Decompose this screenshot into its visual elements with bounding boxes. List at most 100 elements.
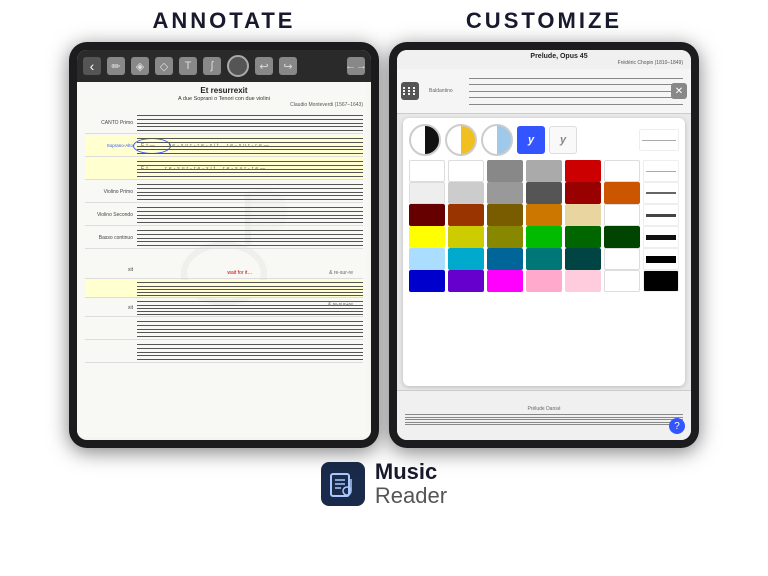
red-annotation: wait for it… <box>227 270 252 276</box>
back-icon[interactable]: ‹ <box>83 57 101 75</box>
color-dyellow[interactable] <box>448 226 484 248</box>
staff-label-basso: Basso continuo <box>85 235 137 241</box>
line-size-3[interactable] <box>643 204 679 226</box>
color-white2[interactable] <box>448 160 484 182</box>
color-white1[interactable] <box>409 160 445 182</box>
bottom-note1: & re-sur-re <box>329 270 353 276</box>
color-tan[interactable] <box>565 204 601 226</box>
right-screen: Prelude, Opus 45 Frédéric Chopin (1810–1… <box>397 50 691 440</box>
staff-row-violin1: Violino Primo <box>85 181 363 203</box>
bottom-score-preview: Prélude Dansé ? <box>397 390 691 440</box>
color-pink[interactable] <box>526 270 562 292</box>
color-sky[interactable] <box>409 248 445 270</box>
close-button[interactable]: ✕ <box>671 83 687 99</box>
preview-staff-content <box>469 71 683 111</box>
line-size-2[interactable] <box>643 182 679 204</box>
color-vdgreen[interactable] <box>604 226 640 248</box>
help-button[interactable]: ? <box>669 418 685 434</box>
staff-label-b1: xit <box>85 267 137 273</box>
grid-button[interactable] <box>401 82 419 100</box>
pencil-icon[interactable]: ✏ <box>107 57 125 75</box>
staff-label-b3: xit <box>85 305 137 311</box>
color-cyan[interactable] <box>448 248 484 270</box>
staff-lines <box>137 112 363 133</box>
color-white4[interactable] <box>409 182 445 204</box>
color-red1[interactable] <box>565 160 601 182</box>
text-icon[interactable]: T <box>179 57 197 75</box>
color-dgray[interactable] <box>526 182 562 204</box>
color-vdteal[interactable] <box>565 248 601 270</box>
color-brown[interactable] <box>448 204 484 226</box>
color-orange[interactable] <box>604 182 640 204</box>
redo-icon[interactable]: ↪ <box>279 57 297 75</box>
staff-row-b5 <box>85 341 363 363</box>
color-white3[interactable] <box>604 160 640 182</box>
app-name: Music Reader <box>375 460 447 508</box>
color-white5[interactable] <box>604 204 640 226</box>
pen-y-active[interactable]: y <box>517 126 545 154</box>
annotation-toolbar: ‹ ✏ ◈ ◇ T ∫ ↩ ↪ ←→ <box>77 50 371 82</box>
score-area: Et resurrexit A due Soprani o Tenori con… <box>77 82 371 437</box>
staff-label-soprano: Soprano-Alto <box>85 143 137 148</box>
pen-swatch-bw[interactable] <box>409 124 441 156</box>
color-dgreen[interactable] <box>565 226 601 248</box>
nav-arrows[interactable]: ←→ <box>347 57 365 75</box>
staff-row-violin2: Violino Secondo <box>85 204 363 226</box>
line-size-1[interactable] <box>643 160 679 182</box>
color-olive[interactable] <box>487 226 523 248</box>
color-gray1[interactable] <box>487 160 523 182</box>
right-score-info: Prelude, Opus 45 Frédéric Chopin (1810–1… <box>435 53 683 66</box>
color-lgray[interactable] <box>448 182 484 204</box>
staff-row-b3: xit & re-sur+re <box>85 299 363 317</box>
customize-title: CUSTOMIZE <box>466 8 622 34</box>
left-screen: ‹ ✏ ◈ ◇ T ∫ ↩ ↪ ←→ <box>77 50 371 440</box>
bottom-preview-label: Prélude Dansé <box>405 406 683 412</box>
line-size-5[interactable] <box>643 248 679 270</box>
staff-lines-v2 <box>137 204 363 225</box>
undo-icon[interactable]: ↩ <box>255 57 273 75</box>
shape-icon[interactable]: ◇ <box>155 57 173 75</box>
score-preview-strip: Baldantino ✕ <box>397 69 691 114</box>
color-row-3 <box>409 204 679 226</box>
color-lpink[interactable] <box>565 270 601 292</box>
color-dred[interactable] <box>565 182 601 204</box>
score-title: Et resurrexit <box>85 86 363 96</box>
color-dteal[interactable] <box>526 248 562 270</box>
color-picker[interactable] <box>227 55 249 77</box>
color-dbrown[interactable] <box>487 204 523 226</box>
staff-row-b1: xit wait for it… & re-sur-re <box>85 261 363 279</box>
line-size-4[interactable] <box>643 226 679 248</box>
pen-y-inactive[interactable]: y <box>549 126 577 154</box>
palette-top-row: y y <box>409 124 679 156</box>
staff-lines-b5 <box>137 341 363 362</box>
preview-staff-label: Baldantino <box>429 88 469 94</box>
color-teal[interactable] <box>487 248 523 270</box>
color-gold[interactable] <box>526 204 562 226</box>
color-mgray[interactable] <box>487 182 523 204</box>
color-magenta[interactable] <box>487 270 523 292</box>
staff-row-canto: CANTO Primo <box>85 112 363 134</box>
color-blue[interactable] <box>409 270 445 292</box>
color-yellow[interactable] <box>409 226 445 248</box>
color-white7[interactable] <box>604 270 640 292</box>
staff-label-canto: CANTO Primo <box>85 120 137 126</box>
right-top-bar: Prelude, Opus 45 Frédéric Chopin (1810–1… <box>397 50 691 69</box>
pen-swatch-blue[interactable] <box>481 124 513 156</box>
staff-lines-b4 <box>137 318 363 339</box>
color-maroon[interactable] <box>409 204 445 226</box>
annotate-section: ANNOTATE ‹ ✏ ◈ ◇ T ∫ ↩ ↪ ←→ <box>69 8 379 448</box>
staff-row-b2 <box>85 280 363 298</box>
staff-notes-soprano: Et— re-sur-re-xit re-sur-re— <box>137 135 363 156</box>
color-purple[interactable] <box>448 270 484 292</box>
color-green[interactable] <box>526 226 562 248</box>
color-white6[interactable] <box>604 248 640 270</box>
color-gray2[interactable] <box>526 160 562 182</box>
highlighter-icon[interactable]: ◈ <box>131 57 149 75</box>
line-size-6[interactable] <box>643 270 679 292</box>
palette-panel: y y <box>403 118 685 386</box>
line-thin-btn[interactable] <box>639 129 679 151</box>
main-container: ANNOTATE ‹ ✏ ◈ ◇ T ∫ ↩ ↪ ←→ <box>0 0 768 448</box>
eraser-icon[interactable]: ∫ <box>203 57 221 75</box>
color-row-4 <box>409 226 679 248</box>
pen-swatch-yellow[interactable] <box>445 124 477 156</box>
